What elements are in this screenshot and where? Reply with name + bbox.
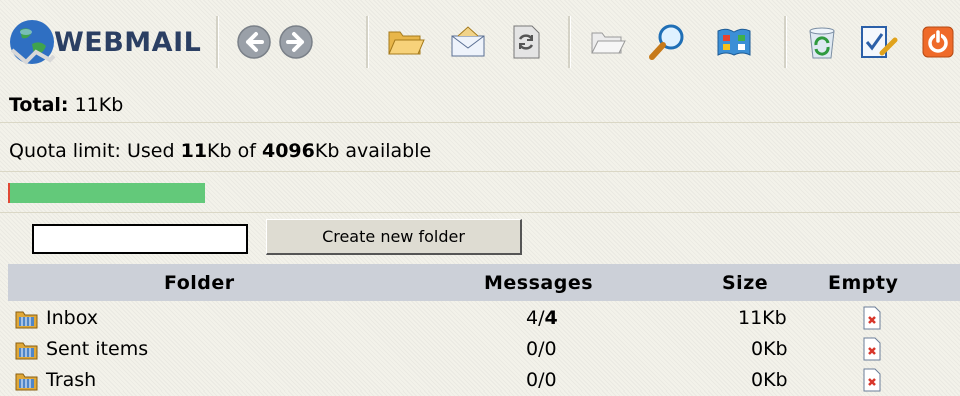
folder-size: 0Kb: [751, 338, 788, 360]
globe-icon: [10, 20, 56, 65]
toolbar: WEBMAIL: [0, 0, 960, 86]
create-new-folder-button[interactable]: Create new folder: [266, 219, 522, 255]
column-header-size: Size: [722, 272, 769, 294]
empty-folder-icon[interactable]: [863, 368, 881, 392]
messages-count: 0/0: [526, 369, 557, 391]
table-row: Trash 0/0 0Kb: [8, 366, 960, 396]
preferences-button[interactable]: [856, 20, 900, 64]
messages-total: 4/: [526, 307, 545, 329]
messages-count: 4/4: [526, 307, 558, 329]
total-value: 11Kb: [74, 94, 124, 116]
quota-progress-bar: [8, 183, 208, 203]
folders-icon: [591, 32, 626, 54]
toolbar-separator: [568, 16, 571, 68]
search-button[interactable]: [646, 20, 690, 64]
total-text: Total: 11Kb: [9, 94, 123, 116]
empty-folder-icon[interactable]: [863, 306, 881, 330]
messages-unread: 4: [544, 307, 558, 329]
column-header-empty: Empty: [828, 272, 899, 294]
folder-icon: [15, 342, 38, 360]
logout-icon: [922, 26, 954, 58]
quota-prefix: Quota limit: Used: [9, 140, 181, 162]
back-icon: [237, 25, 271, 59]
column-header-folder: Folder: [164, 272, 235, 294]
quota-text: Quota limit: Used 11Kb of 4096Kb availab…: [9, 140, 431, 162]
quota-suffix: Kb available: [314, 140, 432, 162]
address-book-button[interactable]: [712, 20, 756, 64]
folder-link-trash[interactable]: Trash: [46, 369, 96, 391]
folder-icon: [15, 311, 38, 329]
refresh-icon: [513, 25, 540, 59]
compose-icon: [451, 26, 485, 57]
total-row: Total: 11Kb: [0, 86, 960, 123]
recycle-bin-button[interactable]: [800, 20, 844, 64]
new-folder-name-input[interactable]: [32, 224, 248, 254]
compose-button[interactable]: [446, 20, 490, 64]
folder-link-inbox[interactable]: Inbox: [46, 307, 98, 329]
preferences-icon: [861, 26, 898, 58]
quota-row: Quota limit: Used 11Kb of 4096Kb availab…: [0, 123, 960, 172]
quota-mid: Kb of: [207, 140, 262, 162]
folder-link-sent-items[interactable]: Sent items: [46, 338, 148, 360]
empty-folder-icon[interactable]: [863, 337, 881, 361]
table-row: Sent items 0/0 0Kb: [8, 335, 960, 365]
recycle-bin-icon: [809, 27, 835, 59]
address-book-icon: [717, 28, 751, 56]
folder-size: 0Kb: [751, 369, 788, 391]
search-icon: [649, 24, 684, 60]
total-label: Total:: [9, 94, 69, 116]
logo-text: WEBMAIL: [54, 26, 202, 58]
logout-button[interactable]: [918, 20, 958, 64]
quota-limit: 4096: [261, 140, 315, 162]
table-row: Inbox 4/4 11Kb: [8, 304, 960, 334]
back-button[interactable]: [232, 20, 276, 64]
open-folder-icon: [388, 31, 425, 55]
quota-progress-fill: [8, 183, 205, 203]
webmail-logo[interactable]: WEBMAIL: [6, 14, 201, 70]
messages-count: 0/0: [526, 338, 557, 360]
toolbar-separator: [366, 16, 369, 68]
folder-icon: [15, 373, 38, 391]
folders-button[interactable]: [586, 20, 630, 64]
refresh-button[interactable]: [504, 20, 548, 64]
forward-icon: [279, 25, 313, 59]
column-header-messages: Messages: [484, 272, 594, 294]
folder-size: 11Kb: [738, 307, 787, 329]
toolbar-separator: [216, 16, 219, 68]
quota-used: 11: [180, 140, 208, 162]
open-folder-button[interactable]: [384, 20, 428, 64]
toolbar-separator: [784, 16, 787, 68]
folder-table-header: Folder Messages Size Empty: [8, 264, 960, 301]
forward-button[interactable]: [274, 20, 318, 64]
